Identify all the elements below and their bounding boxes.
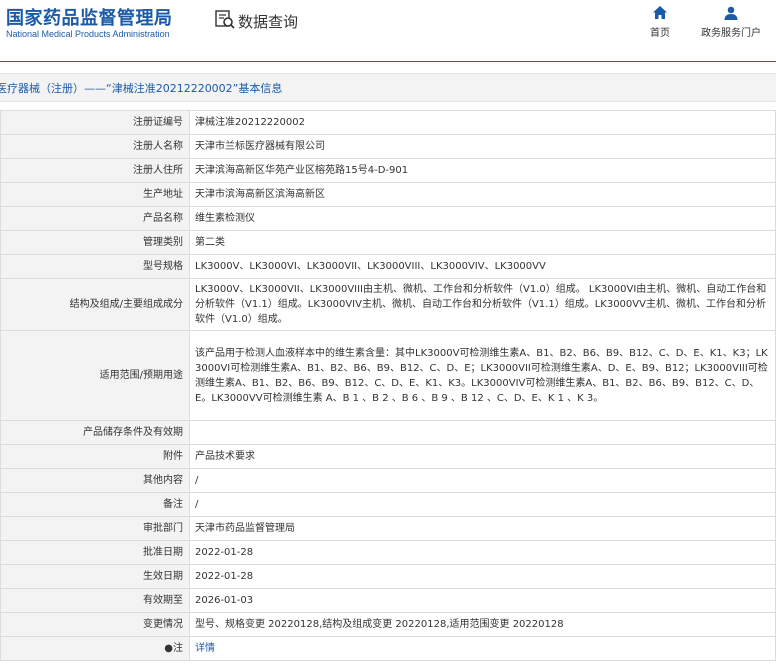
info-row-value: / xyxy=(189,468,776,493)
nav-portal[interactable]: 政务服务门户 xyxy=(701,5,761,39)
info-row-value: 型号、规格变更 20220128,结构及组成变更 20220128,适用范围变更… xyxy=(189,612,776,637)
registration-info-table: 注册证编号 津械注准20212220002 注册人名称 天津市兰标医疗器械有限公司 注册… xyxy=(0,110,776,661)
info-row: 结构及组成/主要组成成分 LK3000V、LK3000VII、LK3000VIII… xyxy=(0,278,776,331)
info-row-label: 注册证编号 xyxy=(0,110,190,135)
info-row-label: 其他内容 xyxy=(0,468,190,493)
info-row: 生产地址 天津市滨海高新区滨海高新区 xyxy=(0,182,776,207)
data-query-label: 数据查询 xyxy=(238,12,299,31)
info-row: 变更情况 型号、规格变更 20220128,结构及组成变更 20220128,适用… xyxy=(0,612,776,637)
info-row-value: 津械注准20212220002 xyxy=(189,110,776,135)
info-row-value: 2026-01-03 xyxy=(189,588,776,613)
info-row-value: 天津市药品监督管理局 xyxy=(189,516,776,541)
info-row: 附件 产品技术要求 xyxy=(0,444,776,469)
details-link[interactable]: 详情 xyxy=(195,643,215,654)
info-row: 有效期至 2026-01-03 xyxy=(0,588,776,613)
info-row: 备注 / xyxy=(0,492,776,517)
info-row-label: 型号规格 xyxy=(0,254,190,279)
info-row-label: 管理类别 xyxy=(0,230,190,255)
home-icon xyxy=(652,5,668,21)
info-row-value: 维生素检测仪 xyxy=(189,206,776,231)
info-row: 注册人名称 天津市兰标医疗器械有限公司 xyxy=(0,134,776,159)
info-row: 其他内容 / xyxy=(0,468,776,493)
info-row-label: 生产地址 xyxy=(0,182,190,207)
info-row: 管理类别 第二类 xyxy=(0,230,776,255)
header-divider xyxy=(0,61,776,62)
site-logo-subtitle: National Medical Products Administration xyxy=(6,29,170,39)
info-row-value: 2022-01-28 xyxy=(189,564,776,589)
info-row-value: / xyxy=(189,492,776,517)
info-row: 型号规格 LK3000V、LK3000VI、LK3000VII、LK3000VII… xyxy=(0,254,776,279)
info-row: 适用范围/预期用途 该产品用于检测人血液样本中的维生素含量：其中LK3000V可检… xyxy=(0,330,776,421)
info-row-value: LK3000V、LK3000VI、LK3000VII、LK3000VIII、LK… xyxy=(189,254,776,279)
info-row: 审批部门 天津市药品监督管理局 xyxy=(0,516,776,541)
data-query-icon xyxy=(214,8,236,34)
info-row-label: 审批部门 xyxy=(0,516,190,541)
info-row-label: 产品储存条件及有效期 xyxy=(0,420,190,445)
info-row-label: 注册人名称 xyxy=(0,134,190,159)
nav-portal-label: 政务服务门户 xyxy=(701,28,761,39)
user-icon xyxy=(723,5,739,21)
info-row-value: 天津市滨海高新区滨海高新区 xyxy=(189,182,776,207)
record-title-bar: 医疗器械（注册）——“津械注准20212220002”基本信息 xyxy=(0,73,776,102)
data-query-link[interactable]: 数据查询 xyxy=(214,9,298,33)
info-row-label: 结构及组成/主要组成成分 xyxy=(0,278,190,331)
nav-home-label: 首页 xyxy=(650,28,670,39)
site-header: 国家药品监督管理局 National Medical Products Admi… xyxy=(0,0,776,62)
info-row-value: 2022-01-28 xyxy=(189,540,776,565)
info-row: 生效日期 2022-01-28 xyxy=(0,564,776,589)
info-row-value: 第二类 xyxy=(189,230,776,255)
info-row: 注册人住所 天津滨海高新区华苑产业区榕苑路15号4-D-901 xyxy=(0,158,776,183)
info-row: 产品名称 维生素检测仪 xyxy=(0,206,776,231)
info-row-value: 天津滨海高新区华苑产业区榕苑路15号4-D-901 xyxy=(189,158,776,183)
nav-home[interactable]: 首页 xyxy=(630,5,690,39)
info-row-value: 产品技术要求 xyxy=(189,444,776,469)
info-row-value: 天津市兰标医疗器械有限公司 xyxy=(189,134,776,159)
info-row-label: 附件 xyxy=(0,444,190,469)
info-row-label: 批准日期 xyxy=(0,540,190,565)
info-row-label: 有效期至 xyxy=(0,588,190,613)
info-row-value: 该产品用于检测人血液样本中的维生素含量：其中LK3000V可检测维生素A、B1、… xyxy=(189,330,776,421)
info-row-label: ●注 xyxy=(0,636,190,661)
site-logo-title[interactable]: 国家药品监督管理局 xyxy=(6,4,173,30)
info-row: 产品储存条件及有效期 xyxy=(0,420,776,445)
info-row-label: 注册人住所 xyxy=(0,158,190,183)
info-row: 注册证编号 津械注准20212220002 xyxy=(0,110,776,135)
info-row-value: 详情 xyxy=(189,636,776,661)
info-row-label: 生效日期 xyxy=(0,564,190,589)
info-row-label: 适用范围/预期用途 xyxy=(0,330,190,421)
record-title: 医疗器械（注册）——“津械注准20212220002”基本信息 xyxy=(0,82,283,95)
info-row: 批准日期 2022-01-28 xyxy=(0,540,776,565)
info-row-value: LK3000V、LK3000VII、LK3000VIII由主机、微机、工作台和分… xyxy=(189,278,776,331)
info-row-value xyxy=(189,420,776,445)
info-row: ●注 详情 xyxy=(0,636,776,661)
info-row-label: 产品名称 xyxy=(0,206,190,231)
info-row-label: 变更情况 xyxy=(0,612,190,637)
info-row-label: 备注 xyxy=(0,492,190,517)
